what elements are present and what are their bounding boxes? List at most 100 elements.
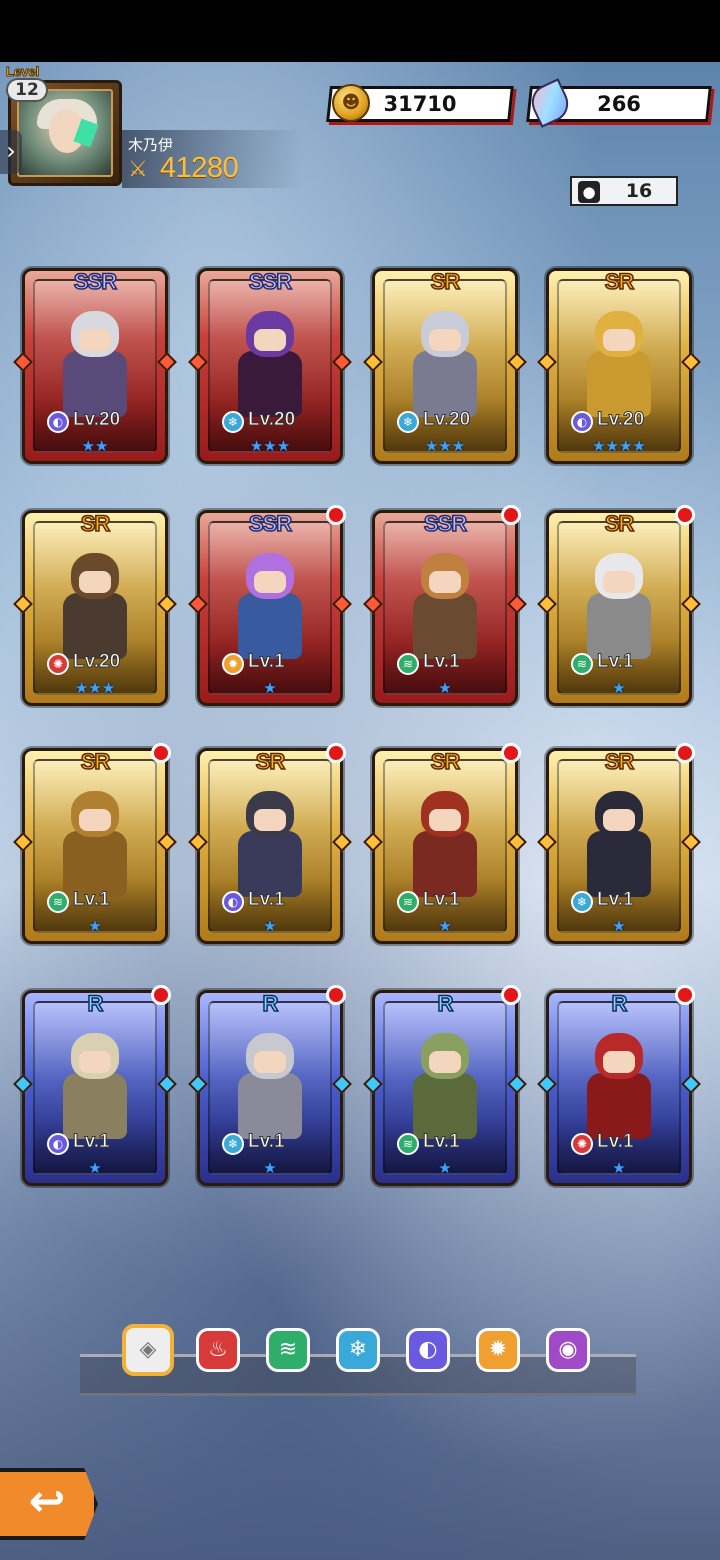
notification-dot xyxy=(675,985,695,1005)
hero-face xyxy=(79,571,111,593)
hero-face xyxy=(254,571,286,593)
hero-body xyxy=(413,593,477,659)
hero-card[interactable]: SR ◐ Lv.20 ★★★★ xyxy=(537,268,701,464)
hero-level: Lv.1 xyxy=(423,889,461,911)
rarity-label: SR xyxy=(80,748,111,775)
hero-face xyxy=(254,809,286,831)
hero-face xyxy=(429,809,461,831)
flame-icon: ♨ xyxy=(208,1337,228,1362)
level-label: Level xyxy=(5,64,40,80)
hero-face xyxy=(79,809,111,831)
filter-light-button[interactable]: ✹ xyxy=(476,1328,520,1372)
chevron-right-icon[interactable]: › xyxy=(0,130,22,174)
hero-face xyxy=(603,571,635,593)
rarity-label: R xyxy=(262,990,279,1017)
wind-element-icon: ≋ xyxy=(47,891,69,913)
filter-dark-button[interactable]: ◐ xyxy=(406,1328,450,1372)
rarity-label: SSR xyxy=(248,510,293,537)
dark-element-icon: ◐ xyxy=(222,891,244,913)
hero-body xyxy=(238,1073,302,1139)
star-rating: ★ xyxy=(612,917,626,935)
hero-figure xyxy=(581,553,657,663)
hero-level: Lv.1 xyxy=(423,1131,461,1153)
ice-element-icon: ❄ xyxy=(571,891,593,913)
hero-level: Lv.20 xyxy=(422,409,471,431)
wind-element-icon: ≋ xyxy=(397,891,419,913)
hero-level: Lv.20 xyxy=(72,409,121,431)
fire-element-icon: ✺ xyxy=(47,653,69,675)
hero-body xyxy=(63,1073,127,1139)
hero-figure xyxy=(407,1033,483,1143)
filter-all-button[interactable]: ◈ xyxy=(122,1324,174,1376)
hero-face xyxy=(429,329,461,351)
star-rating: ★ xyxy=(263,679,277,697)
person-icon: ● xyxy=(578,181,600,203)
hero-figure xyxy=(407,791,483,901)
star-rating: ★ xyxy=(88,1159,102,1177)
dark-element-icon: ◐ xyxy=(47,1133,69,1155)
hero-card[interactable]: SR ❄ Lv.20 ★★★ xyxy=(363,268,527,464)
hero-level: Lv.20 xyxy=(72,651,121,673)
hero-card[interactable]: SSR ◐ Lv.20 ★★ xyxy=(13,268,177,464)
hero-level: Lv.1 xyxy=(597,651,635,673)
star-rating: ★ xyxy=(612,1159,626,1177)
hero-card[interactable]: SR ❄ Lv.1 ★ xyxy=(537,743,701,944)
hero-card[interactable]: R ❄ Lv.1 ★ xyxy=(188,985,352,1186)
rarity-label: SR xyxy=(430,748,461,775)
hero-level: Lv.1 xyxy=(73,889,111,911)
hero-card[interactable]: SR ◐ Lv.1 ★ xyxy=(188,743,352,944)
level-value: 12 xyxy=(6,78,48,102)
coin-icon: ☻ xyxy=(332,84,370,122)
notification-dot xyxy=(501,985,521,1005)
hero-card[interactable]: SR ≋ Lv.1 ★ xyxy=(363,743,527,944)
hero-figure xyxy=(581,311,657,421)
star-rating: ★★★ xyxy=(74,679,116,697)
hero-card[interactable]: R ≋ Lv.1 ★ xyxy=(363,985,527,1186)
star-rating: ★ xyxy=(263,917,277,935)
hero-card[interactable]: SR ✺ Lv.20 ★★★ xyxy=(13,510,177,706)
star-rating: ★★ xyxy=(81,437,109,455)
dark-element-icon: ◐ xyxy=(571,411,593,433)
light-element-icon: ✹ xyxy=(222,653,244,675)
rarity-label: SSR xyxy=(73,268,118,295)
hero-figure xyxy=(581,1033,657,1143)
rarity-label: SR xyxy=(80,510,111,537)
hero-level: Lv.20 xyxy=(596,409,645,431)
ice-element-icon: ❄ xyxy=(222,411,244,433)
fire-element-icon: ✺ xyxy=(571,1133,593,1155)
hero-figure xyxy=(232,553,308,663)
hero-face xyxy=(603,1051,635,1073)
eye-icon: ◉ xyxy=(558,1337,578,1362)
star-rating: ★★★ xyxy=(424,437,466,455)
filter-fire-button[interactable]: ♨ xyxy=(196,1328,240,1372)
star-rating: ★ xyxy=(438,917,452,935)
filter-mystic-button[interactable]: ◉ xyxy=(546,1328,590,1372)
hero-card[interactable]: SSR ✹ Lv.1 ★ xyxy=(188,505,352,706)
hero-body xyxy=(413,831,477,897)
back-button[interactable]: ↩ xyxy=(0,1468,98,1540)
hero-figure xyxy=(407,311,483,421)
hero-figure xyxy=(57,791,133,901)
hero-face xyxy=(429,1051,461,1073)
star-rating: ★ xyxy=(438,679,452,697)
ice-element-icon: ❄ xyxy=(222,1133,244,1155)
star-rating: ★ xyxy=(263,1159,277,1177)
hero-body xyxy=(587,351,651,417)
hero-card[interactable]: R ✺ Lv.1 ★ xyxy=(537,985,701,1186)
hero-figure xyxy=(57,1033,133,1143)
hero-figure xyxy=(407,553,483,663)
filter-ice-button[interactable]: ❄ xyxy=(336,1328,380,1372)
hero-figure xyxy=(232,1033,308,1143)
hero-card[interactable]: SSR ≋ Lv.1 ★ xyxy=(363,505,527,706)
hero-face xyxy=(254,329,286,351)
filter-wind-button[interactable]: ≋ xyxy=(266,1328,310,1372)
hero-card[interactable]: SR ≋ Lv.1 ★ xyxy=(13,743,177,944)
notification-dot xyxy=(501,743,521,763)
star-rating: ★ xyxy=(612,679,626,697)
hero-card[interactable]: SSR ❄ Lv.20 ★★★ xyxy=(188,268,352,464)
star-rating: ★★★★ xyxy=(592,437,646,455)
back-arrow-icon: ↩ xyxy=(28,1476,66,1527)
hero-card[interactable]: SR ≋ Lv.1 ★ xyxy=(537,505,701,706)
hero-card[interactable]: R ◐ Lv.1 ★ xyxy=(13,985,177,1186)
notification-dot xyxy=(675,743,695,763)
